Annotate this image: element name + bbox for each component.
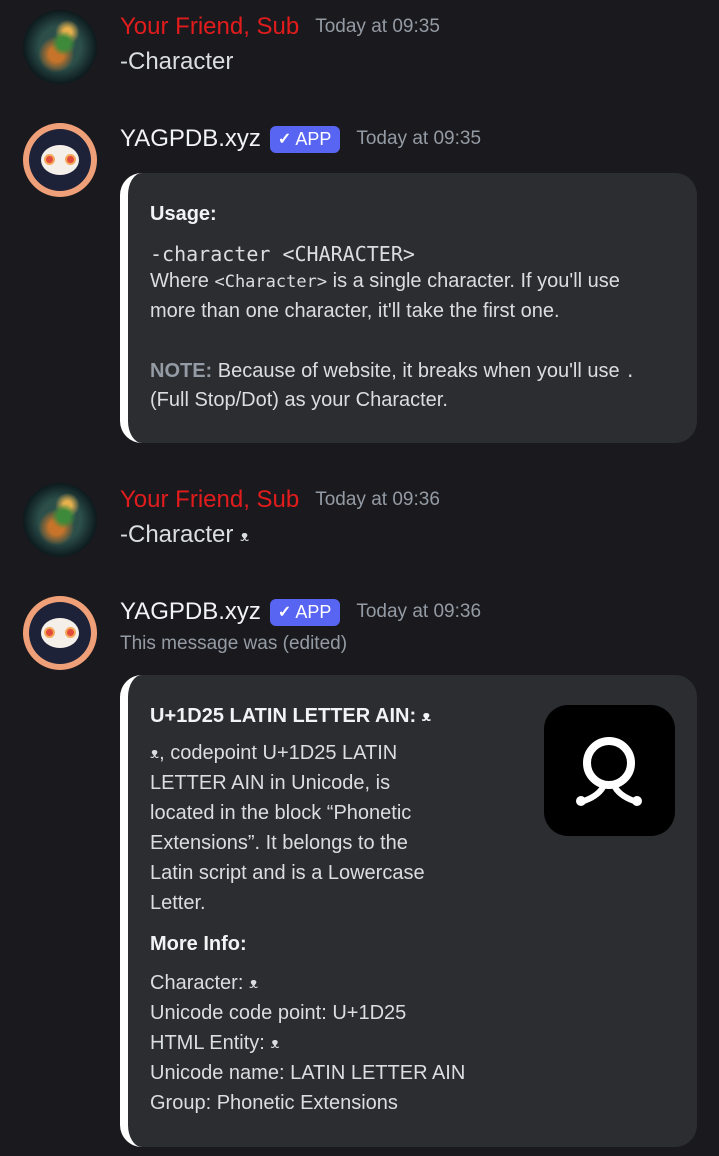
message-content: -Character ᴥ xyxy=(120,521,249,549)
user-avatar[interactable] xyxy=(23,483,97,557)
robot-eye-icon xyxy=(44,154,55,165)
embed-title-text: U+1D25 LATIN LETTER AIN: xyxy=(150,705,417,727)
ain-glyph: ᴥ xyxy=(421,708,431,725)
robot-eye-icon xyxy=(65,154,76,165)
message-header: YAGPDB.xyz ✓ APP Today at 09:35 xyxy=(120,125,481,153)
robot-eye-icon xyxy=(44,627,55,638)
timestamp: Today at 09:36 xyxy=(315,489,440,510)
character-thumbnail[interactable] xyxy=(544,705,675,836)
edited-note: This message was (edited) xyxy=(120,633,348,654)
desc-line: Letter. xyxy=(150,892,206,914)
app-badge: ✓ APP xyxy=(269,125,341,153)
bot-avatar[interactable] xyxy=(23,596,97,670)
ain-glyph: ᴥ xyxy=(270,1035,280,1052)
message-header: YAGPDB.xyz ✓ APP Today at 09:36 xyxy=(120,598,481,626)
checkmark-icon: ✓ xyxy=(277,131,292,148)
character-embed: U+1D25 LATIN LETTER AIN: ᴥ ᴥ, codepoint … xyxy=(120,675,697,1147)
info-label: Character: xyxy=(150,972,244,994)
desc-line: ᴥ, codepoint U+1D25 LATIN xyxy=(150,742,397,765)
desc-line: Latin script and is a Lowercase xyxy=(150,862,425,884)
checkmark-icon: ✓ xyxy=(277,604,292,621)
usage-line: more than one character, it'll take the … xyxy=(150,300,560,322)
usage-embed: Usage: -character <CHARACTER> Where <Cha… xyxy=(120,173,697,443)
note-line: NOTE: Because of website, it breaks when… xyxy=(150,360,635,383)
timestamp: Today at 09:35 xyxy=(356,128,482,149)
ain-glyph-icon xyxy=(576,737,642,806)
ain-glyph: ᴥ xyxy=(248,975,259,992)
bot-avatar-inner xyxy=(29,129,91,191)
inline-code: . xyxy=(625,362,636,382)
user-avatar[interactable] xyxy=(23,10,97,84)
more-info-title: More Info: xyxy=(150,933,247,955)
message-header: Your Friend, Sub Today at 09:35 xyxy=(120,13,440,41)
note-text: Because of website, it breaks when you'l… xyxy=(212,360,626,382)
usage-code: -character <CHARACTER> xyxy=(150,242,415,266)
note-line: (Full Stop/Dot) as your Character. xyxy=(150,389,448,411)
embed-title: Usage: xyxy=(150,203,217,225)
author-name[interactable]: YAGPDB.xyz xyxy=(120,598,261,626)
ain-glyph: ᴥ xyxy=(240,528,250,545)
info-label: HTML Entity: xyxy=(150,1032,265,1054)
info-group: Group: Phonetic Extensions xyxy=(150,1092,398,1114)
robot-face-icon xyxy=(41,618,79,648)
message-content: -Character xyxy=(120,48,234,75)
badge-label: APP xyxy=(295,128,332,149)
usage-text: Where xyxy=(150,270,215,292)
embed-title: U+1D25 LATIN LETTER AIN: ᴥ xyxy=(150,705,431,728)
bot-avatar[interactable] xyxy=(23,123,97,197)
timestamp: Today at 09:36 xyxy=(356,601,482,622)
robot-eye-icon xyxy=(65,627,76,638)
robot-face-icon xyxy=(41,145,79,175)
bot-avatar-inner xyxy=(29,602,91,664)
usage-line: Where <Character> is a single character.… xyxy=(150,270,620,293)
desc-line: LETTER AIN in Unicode, is xyxy=(150,772,391,794)
desc-text: , codepoint U+1D25 LATIN xyxy=(159,742,398,764)
author-name[interactable]: Your Friend, Sub xyxy=(120,13,299,41)
info-codepoint: Unicode code point: U+1D25 xyxy=(150,1002,407,1024)
note-label: NOTE: xyxy=(150,360,213,382)
ain-glyph: ᴥ xyxy=(150,745,160,762)
inline-code: <Character> xyxy=(214,272,328,292)
message-header: Your Friend, Sub Today at 09:36 xyxy=(120,486,440,514)
timestamp: Today at 09:35 xyxy=(315,16,440,37)
message-text: -Character xyxy=(120,521,234,548)
usage-text: is a single character. If you'll use xyxy=(327,270,620,292)
info-name: Unicode name: LATIN LETTER AIN xyxy=(150,1062,466,1084)
app-badge: ✓ APP xyxy=(269,598,341,626)
badge-label: APP xyxy=(295,601,332,622)
desc-line: located in the block “Phonetic xyxy=(150,802,412,824)
author-name[interactable]: YAGPDB.xyz xyxy=(120,125,261,153)
desc-line: Extensions”. It belongs to the xyxy=(150,832,408,854)
author-name[interactable]: Your Friend, Sub xyxy=(120,486,299,514)
info-html-entity: HTML Entity: ᴥ xyxy=(150,1032,280,1055)
info-character: Character: ᴥ xyxy=(150,972,258,995)
